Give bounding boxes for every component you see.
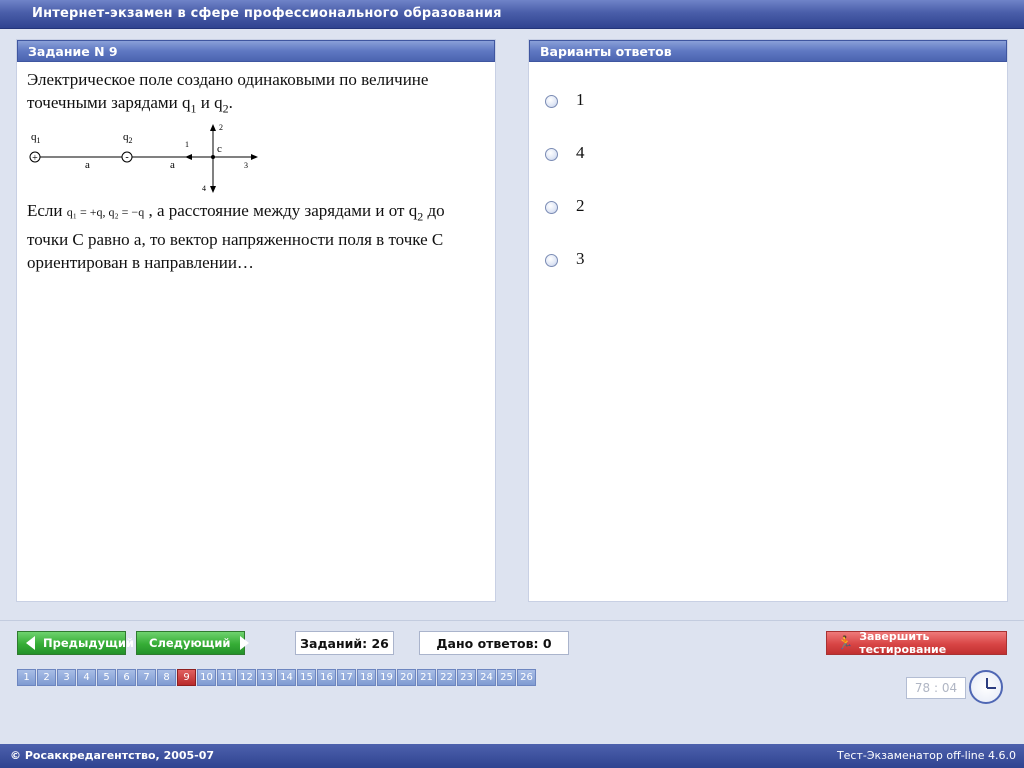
answer-option[interactable]: 4 — [545, 143, 585, 196]
answer-options: 1 4 2 3 — [545, 90, 585, 302]
question-number-button[interactable]: 5 — [97, 669, 116, 686]
question-number-bar: 1 2 3 4 5 6 7 8 9 10 11 12 13 14 15 16 17 18 19 20 21 22 23 24 2… — [17, 669, 537, 686]
answer-label: 3 — [576, 249, 585, 268]
answers-given-count: Дано ответов: 0 — [419, 631, 569, 655]
question-number-button[interactable]: 23 — [457, 669, 476, 686]
next-button[interactable]: Следующий — [136, 631, 250, 655]
answer-option[interactable]: 2 — [545, 196, 585, 249]
question-number-button[interactable]: 11 — [217, 669, 236, 686]
question-number-button[interactable]: 20 — [397, 669, 416, 686]
svg-text:+: + — [32, 153, 38, 164]
question-number-button[interactable]: 15 — [297, 669, 316, 686]
timer-display: 78 : 04 — [906, 677, 966, 699]
question-number-button[interactable]: 17 — [337, 669, 356, 686]
copyright: © Росаккредагентство, 2005-07 — [10, 749, 215, 762]
direction-1-label: 1 — [185, 140, 189, 149]
question-number-button[interactable]: 19 — [377, 669, 396, 686]
radio-button[interactable] — [545, 148, 558, 161]
title-bar: Интернет-экзамен в сфере профессионально… — [0, 0, 1024, 29]
arrow-right-icon — [240, 636, 250, 650]
divider — [0, 620, 1024, 621]
question-number-button[interactable]: 9 — [177, 669, 196, 686]
question-number-button[interactable]: 7 — [137, 669, 156, 686]
q1-label: q1 — [31, 131, 41, 145]
question-number-button[interactable]: 26 — [517, 669, 536, 686]
answer-option[interactable]: 1 — [545, 90, 585, 143]
answers-header: Варианты ответов — [529, 40, 1007, 62]
question-number-button[interactable]: 6 — [117, 669, 136, 686]
direction-2-label: 2 — [219, 123, 223, 132]
question-number-button[interactable]: 8 — [157, 669, 176, 686]
task-panel: Задание N 9 Электрическое поле создано о… — [17, 40, 495, 601]
question-number-button[interactable]: 18 — [357, 669, 376, 686]
question-number-button[interactable]: 1 — [17, 669, 36, 686]
question-number-button[interactable]: 22 — [437, 669, 456, 686]
answer-option[interactable]: 3 — [545, 249, 585, 302]
question-number-button[interactable]: 24 — [477, 669, 496, 686]
distance-label-2: a — [170, 159, 175, 171]
point-c-label: c — [217, 143, 222, 155]
answers-panel: Варианты ответов 1 4 2 3 — [529, 40, 1007, 601]
finish-test-button[interactable]: 🏃 Завершить тестирование — [826, 630, 1007, 656]
clock-icon — [969, 670, 1003, 704]
answer-label: 4 — [576, 143, 585, 162]
question-number-button[interactable]: 12 — [237, 669, 256, 686]
direction-4-label: 4 — [202, 184, 206, 193]
question-number-button[interactable]: 21 — [417, 669, 436, 686]
arrow-left-icon — [26, 636, 35, 650]
svg-text:-: - — [125, 152, 128, 163]
question-number-button[interactable]: 4 — [77, 669, 96, 686]
question-number-button[interactable]: 3 — [57, 669, 76, 686]
direction-3-label: 3 — [244, 161, 248, 170]
radio-button[interactable] — [545, 254, 558, 267]
next-button-label: Следующий — [149, 636, 231, 650]
version-info: Тест-Экзаменатор off-line 4.6.0 — [836, 749, 1016, 762]
radio-button[interactable] — [545, 95, 558, 108]
question-number-button[interactable]: 13 — [257, 669, 276, 686]
question-number-button[interactable]: 16 — [317, 669, 336, 686]
question-number-button[interactable]: 25 — [497, 669, 516, 686]
charges-diagram: q1 q2 + - a a c 1 2 3 4 — [29, 123, 258, 193]
condition-formula: q₁ = +q, q₂ = −q — [66, 205, 145, 219]
previous-button-label: Предыдущий — [43, 636, 134, 650]
footer-bar: © Росаккредагентство, 2005-07 Тест-Экзам… — [0, 744, 1024, 768]
answer-label: 2 — [576, 196, 585, 215]
answer-label: 1 — [576, 90, 585, 109]
runner-icon: 🏃 — [837, 635, 854, 651]
distance-label-1: a — [85, 159, 90, 171]
radio-button[interactable] — [545, 201, 558, 214]
question-intro: Электрическое поле создано одинаковыми п… — [27, 70, 429, 116]
question-number-button[interactable]: 2 — [37, 669, 56, 686]
question-number-button[interactable]: 14 — [277, 669, 296, 686]
finish-test-label: Завершить тестирование — [859, 630, 947, 656]
tasks-count: Заданий: 26 — [295, 631, 394, 655]
task-header: Задание N 9 — [17, 40, 495, 62]
question-number-button[interactable]: 10 — [197, 669, 216, 686]
question-condition: Если q₁ = +q, q₂ = −q , а расстояние меж… — [27, 201, 445, 273]
q2-label: q2 — [123, 131, 133, 145]
previous-button[interactable]: Предыдущий — [17, 631, 134, 655]
app-title: Интернет-экзамен в сфере профессионально… — [32, 6, 502, 21]
